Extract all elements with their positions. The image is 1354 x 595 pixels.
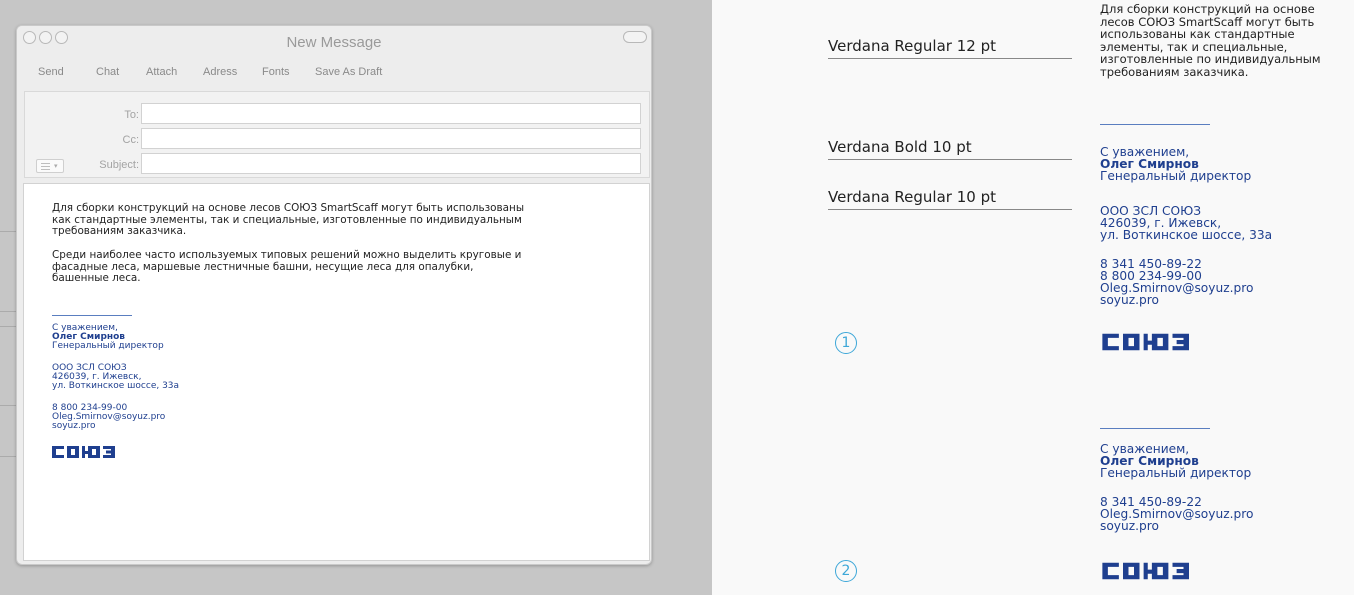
window-title: New Message [286, 34, 382, 51]
to-label: To: [124, 109, 139, 121]
subject-label: Subject: [99, 159, 139, 171]
spec-regular-12: Verdana Regular 12 pt [828, 37, 996, 55]
sample1-site: soyuz.pro [1100, 293, 1159, 307]
to-field[interactable] [141, 103, 641, 124]
spec-line [828, 209, 1072, 210]
spec-bold-10: Verdana Bold 10 pt [828, 138, 972, 156]
title-bar: New Message Send Chat Attach Adress Font… [17, 26, 651, 82]
soyuz-logo-large-2 [1100, 560, 1212, 582]
sample-body-text: Для сборки конструкций на основе лесов С… [1100, 3, 1345, 79]
sample-divider-2 [1100, 428, 1210, 429]
variant-number-1: 1 [835, 332, 857, 354]
message-paragraph-2: Среди наиболее часто используемых типовы… [52, 249, 522, 285]
message-paragraph-1: Для сборки конструкций на основе лесов С… [52, 202, 525, 238]
soyuz-logo [52, 444, 130, 460]
spec-regular-10: Verdana Regular 10 pt [828, 188, 996, 206]
signature-divider [52, 315, 132, 316]
header-options-icon[interactable]: ▾ [36, 159, 64, 173]
soyuz-logo-large [1100, 331, 1212, 353]
attach-button[interactable]: Attach [146, 66, 177, 78]
subject-field[interactable] [141, 153, 641, 174]
toolbar-toggle-button[interactable] [623, 31, 647, 43]
sample-body-paragraph: Для сборки конструкций на основе лесов С… [1100, 2, 1321, 79]
fonts-button[interactable]: Fonts [262, 66, 290, 78]
signature-site[interactable]: soyuz.pro [52, 421, 96, 432]
sample1-address-2: ул. Воткинское шоссе, 33а [1100, 228, 1273, 242]
message-body[interactable]: Для сборки конструкций на основе лесов С… [23, 183, 650, 561]
spec-line [828, 58, 1072, 59]
variant-number-2: 2 [835, 560, 857, 582]
address-button[interactable]: Adress [203, 66, 237, 78]
cc-label: Cc: [122, 134, 140, 146]
sample1-position: Генеральный директор [1100, 169, 1252, 183]
chat-button[interactable]: Chat [96, 66, 119, 78]
new-message-window: New Message Send Chat Attach Adress Font… [16, 25, 652, 565]
sample2-position: Генеральный директор [1100, 466, 1252, 480]
save-as-draft-button[interactable]: Save As Draft [315, 66, 382, 78]
sample2-site: soyuz.pro [1100, 519, 1159, 533]
message-header-fields: To: Cc: ▾ Subject: [24, 91, 650, 178]
cc-field[interactable] [141, 128, 641, 149]
sample-divider-1 [1100, 124, 1210, 125]
signature-address-2: ул. Воткинское шоссе, 33а [52, 381, 180, 391]
spec-line [828, 159, 1072, 160]
toolbar: Send Chat Attach Adress Fonts Save As Dr… [17, 66, 651, 82]
spec-panel-background [712, 0, 1354, 595]
signature-position: Генеральный директор [52, 341, 164, 351]
send-button[interactable]: Send [38, 66, 64, 78]
